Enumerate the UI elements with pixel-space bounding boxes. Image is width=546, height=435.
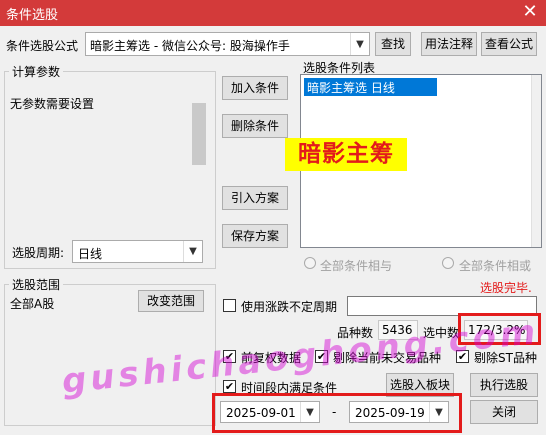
- params-scrollbar[interactable]: [192, 103, 206, 165]
- import-plan-button[interactable]: 引入方案: [222, 186, 288, 210]
- change-scope-button[interactable]: 改变范围: [138, 290, 204, 312]
- exclude-untraded-label: 剔除当前未交易品种: [333, 351, 442, 365]
- start-date-value: 2025-09-01: [226, 406, 296, 420]
- selected-count-label: 选中数: [423, 326, 460, 340]
- usage-button[interactable]: 用法注释: [421, 32, 477, 56]
- start-date-picker[interactable]: 2025-09-01 ▼: [220, 401, 320, 423]
- chevron-down-icon[interactable]: ▼: [429, 402, 448, 422]
- exclude-st-checkbox[interactable]: ✔: [456, 350, 469, 363]
- total-count-value: 5436: [378, 320, 418, 340]
- date-separator: -: [332, 405, 337, 419]
- undetermined-checkbox[interactable]: [223, 299, 236, 312]
- selected-count-highlight: [458, 313, 541, 345]
- fq-checkbox[interactable]: ✔: [223, 350, 236, 363]
- delete-condition-button[interactable]: 删除条件: [222, 114, 288, 138]
- scope-title: 选股范围: [9, 276, 64, 293]
- period-select-value: 日线: [78, 247, 103, 261]
- conditions-list-item[interactable]: 暗影主筹选 日线: [304, 78, 437, 96]
- conditions-scrollbar[interactable]: [531, 75, 541, 247]
- view-formula-button[interactable]: 查看公式: [481, 32, 537, 56]
- and-label: 全部条件相与: [320, 259, 393, 273]
- window-title: 条件选股: [6, 8, 59, 23]
- period-condition-checkbox[interactable]: ✔: [223, 380, 236, 393]
- end-date-picker[interactable]: 2025-09-19 ▼: [349, 401, 449, 423]
- total-count-label: 品种数: [337, 326, 374, 340]
- chevron-down-icon[interactable]: ▼: [350, 33, 369, 55]
- chevron-down-icon[interactable]: ▼: [300, 402, 319, 422]
- or-label: 全部条件相或: [459, 259, 532, 273]
- scope-value: 全部A股: [10, 297, 55, 311]
- formula-select-value: 暗影主筹选 - 微信公众号: 股海操作手: [90, 39, 290, 53]
- save-plan-button[interactable]: 保存方案: [222, 224, 288, 248]
- exclude-st-label: 剔除ST品种: [474, 351, 537, 365]
- close-button[interactable]: 关闭: [470, 400, 538, 424]
- exclude-untraded-checkbox[interactable]: ✔: [315, 350, 328, 363]
- period-label: 选股周期:: [12, 246, 65, 260]
- end-date-value: 2025-09-19: [355, 406, 425, 420]
- formula-label: 条件选股公式: [6, 39, 79, 53]
- add-condition-button[interactable]: 加入条件: [222, 76, 288, 100]
- period-select[interactable]: 日线 ▼: [72, 240, 203, 263]
- status-text: 选股完毕.: [480, 281, 532, 295]
- fq-label: 前复权数据: [241, 351, 302, 365]
- params-text: 无参数需要设置: [10, 97, 95, 111]
- chevron-down-icon[interactable]: ▼: [183, 241, 202, 262]
- close-icon[interactable]: ✕: [519, 2, 541, 22]
- formula-select[interactable]: 暗影主筹选 - 微信公众号: 股海操作手 ▼: [85, 32, 370, 56]
- params-title: 计算参数: [9, 63, 64, 80]
- and-radio[interactable]: [304, 257, 316, 269]
- annotation-overlay: 暗影主筹: [285, 138, 407, 171]
- or-radio[interactable]: [442, 257, 454, 269]
- undetermined-label-text: 使用涨跌不定周期: [241, 300, 338, 314]
- title-bar: 条件选股 ✕: [0, 0, 546, 26]
- execute-button[interactable]: 执行选股: [470, 373, 538, 397]
- find-button[interactable]: 查找: [375, 32, 411, 56]
